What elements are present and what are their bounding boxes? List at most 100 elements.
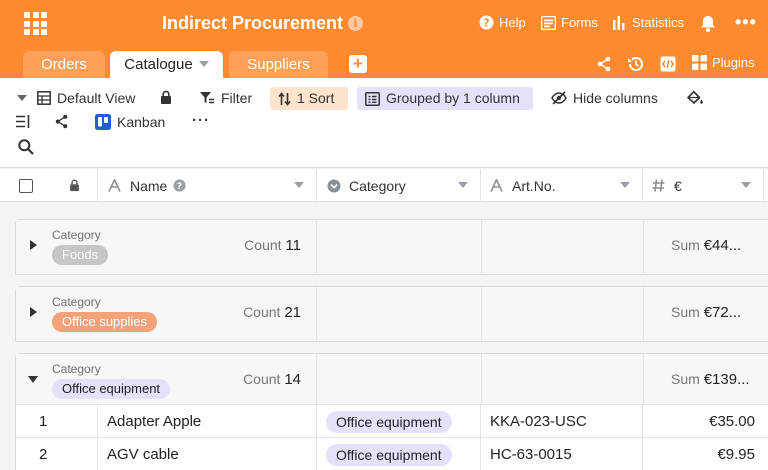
table-row[interactable]: 2 AGV cable Office equipment HC-63-0015 … [16,437,768,470]
cell-name[interactable]: AGV cable [98,438,317,470]
view-selector[interactable]: Default View [17,90,135,106]
app-header: Indirect Procurement i ? Help Forms Stat… [0,0,768,78]
cell-price[interactable]: €35.00 [643,405,768,438]
group-value-pill: Office equipment [52,379,171,399]
kanban-plugin-button[interactable]: Kanban [95,114,165,130]
svg-text:?: ? [177,182,182,192]
tab-label: Orders [41,56,87,73]
sort-label: 1 Sort [297,90,335,106]
group-header[interactable]: Category Foods Count 11 Sum €44... [16,220,768,274]
share-icon[interactable] [596,56,612,72]
sum-label: Sum [671,237,700,253]
hide-columns-button[interactable]: Hide columns [551,90,658,106]
cell-category[interactable]: Office equipment [317,438,481,470]
plugins-button[interactable]: Plugins [692,55,755,70]
more-toolbar-icon[interactable]: ··· [192,112,210,129]
view-name: Default View [57,90,136,106]
cell-art-no[interactable]: HC-63-0015 [481,438,643,470]
api-icon[interactable] [660,56,676,72]
sum-label: Sum [671,371,700,387]
sort-button[interactable]: 1 Sort [270,87,348,110]
statistics-button[interactable]: Statistics [612,15,684,30]
group-field-label: Category [52,295,101,309]
share-view-icon[interactable] [54,114,69,129]
column-header-name[interactable]: Name ? [98,169,317,202]
paint-bucket-icon[interactable] [687,90,704,106]
group-count: Count 11 [244,237,301,254]
tab-orders[interactable]: Orders [23,51,105,78]
group-sum: Sum €139... [671,371,750,388]
sort-icon [278,91,291,106]
lock-icon[interactable] [160,90,172,105]
group-sum: Sum €72... [671,304,741,321]
filter-button[interactable]: Filter [199,90,252,106]
statistics-label: Statistics [632,15,685,30]
group-header[interactable]: Category Office equipment Count 14 Sum €… [16,354,768,408]
help-button[interactable]: ? Help [479,15,526,30]
history-icon[interactable] [627,56,644,72]
info-icon[interactable]: i [348,16,363,31]
more-options-icon[interactable]: ••• [735,12,757,33]
cell-name[interactable]: Adapter Apple [98,405,317,438]
add-table-icon[interactable]: + [349,55,367,73]
expand-group-icon[interactable] [30,240,37,250]
row-index: 2 [16,438,98,470]
count-label: Count [244,237,282,253]
group-icon [365,91,380,106]
collapse-group-icon[interactable] [28,376,38,383]
forms-label: Forms [561,15,598,30]
group-value-pill: Foods [52,245,109,265]
column-menu-icon[interactable] [741,182,751,188]
row-height-icon[interactable] [16,115,31,128]
help-icon[interactable]: ? [173,179,186,192]
search-icon[interactable] [18,139,34,155]
column-menu-icon[interactable] [458,182,468,188]
group-field-label: Category [52,228,101,242]
forms-button[interactable]: Forms [541,15,598,30]
category-pill: Office equipment [326,443,452,466]
help-label: Help [499,15,526,30]
column-menu-icon[interactable] [620,182,630,188]
chevron-down-icon[interactable] [198,61,209,68]
table-view-icon [37,91,51,105]
column-label: € [674,177,682,194]
count-value: 11 [285,237,301,254]
base-title[interactable]: Indirect Procurement [162,13,343,34]
eye-slash-icon [551,91,567,105]
text-type-icon [490,179,503,192]
forms-icon [541,15,556,30]
cell-art-no[interactable]: KKA-023-USC [481,405,643,438]
sum-label: Sum [671,304,700,320]
column-label: Art.No. [512,177,556,194]
tab-suppliers[interactable]: Suppliers [229,51,328,78]
column-menu-icon[interactable] [294,182,304,188]
column-header-art-no[interactable]: Art.No. [481,169,643,202]
column-header-row: Name ? Category Art.No. € [0,169,768,202]
kanban-icon [95,114,111,130]
tab-label: Catalogue [124,56,193,73]
count-value: 21 [284,304,301,321]
apps-grid-icon[interactable] [24,12,47,35]
plugins-label: Plugins [712,55,755,70]
group-sum: Sum €44... [671,237,741,254]
cell-price[interactable]: €9.95 [643,438,768,470]
group-button[interactable]: Grouped by 1 column [357,87,533,110]
table-row[interactable]: 1 Adapter Apple Office equipment KKA-023… [16,404,768,438]
cell-category[interactable]: Office equipment [317,405,481,438]
filter-label: Filter [221,90,253,106]
group-office-supplies: Category Office supplies Count 21 Sum €7… [15,286,768,342]
column-header-price[interactable]: € [643,169,764,202]
column-header-category[interactable]: Category [317,169,481,202]
expand-group-icon[interactable] [30,307,37,317]
count-value: 14 [284,371,301,388]
bell-icon[interactable] [700,15,716,32]
tab-catalogue[interactable]: Catalogue [110,51,223,78]
chevron-down-icon [17,95,27,101]
select-all-checkbox[interactable] [19,178,33,193]
group-header[interactable]: Category Office supplies Count 21 Sum €7… [16,287,768,341]
column-label: Category [349,177,406,194]
group-label: Grouped by 1 column [386,90,520,106]
statistics-icon [613,15,625,30]
group-count: Count 21 [243,304,301,321]
sum-value: €44... [703,237,742,254]
